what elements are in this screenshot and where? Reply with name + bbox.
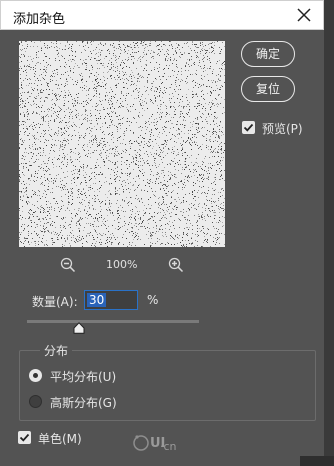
add-noise-dialog: 添加杂色 100% 确定 复位 预览(P) 数量(A): 30 % 分布 平均分…: [0, 0, 324, 466]
zoom-level: 100%: [106, 258, 138, 271]
checkmark-icon: [19, 433, 30, 442]
amount-slider-track[interactable]: [27, 320, 199, 323]
close-icon[interactable]: [295, 5, 313, 25]
ok-button[interactable]: 确定: [241, 41, 295, 67]
reset-button[interactable]: 复位: [241, 76, 295, 102]
monochromatic-label[interactable]: 单色(M): [38, 430, 82, 447]
amount-label: 数量(A):: [32, 295, 78, 309]
checkmark-icon: [243, 123, 254, 132]
gaussian-label[interactable]: 高斯分布(G): [50, 394, 117, 411]
background-corner: [300, 456, 334, 466]
preview-checkbox[interactable]: [242, 121, 255, 134]
title-bar: 添加杂色: [0, 0, 324, 30]
slider-thumb-icon[interactable]: [73, 322, 85, 334]
noise-preview-image: [19, 41, 225, 247]
uniform-label[interactable]: 平均分布(U): [50, 368, 116, 385]
distribution-title: 分布: [40, 342, 73, 359]
watermark-suffix: ·cn: [160, 440, 177, 453]
preview-label[interactable]: 预览(P): [262, 120, 303, 137]
dialog-title: 添加杂色: [13, 12, 66, 27]
background-strip: [324, 0, 334, 466]
amount-input[interactable]: 30: [84, 290, 138, 310]
monochromatic-checkbox[interactable]: [18, 431, 31, 444]
zoom-in-icon[interactable]: [168, 257, 184, 273]
uniform-radio[interactable]: [29, 369, 42, 382]
zoom-out-icon[interactable]: [60, 257, 76, 273]
percent-unit: %: [147, 293, 159, 307]
gaussian-radio[interactable]: [29, 395, 42, 408]
noise-preview[interactable]: [19, 41, 225, 247]
amount-value[interactable]: 30: [87, 293, 107, 307]
